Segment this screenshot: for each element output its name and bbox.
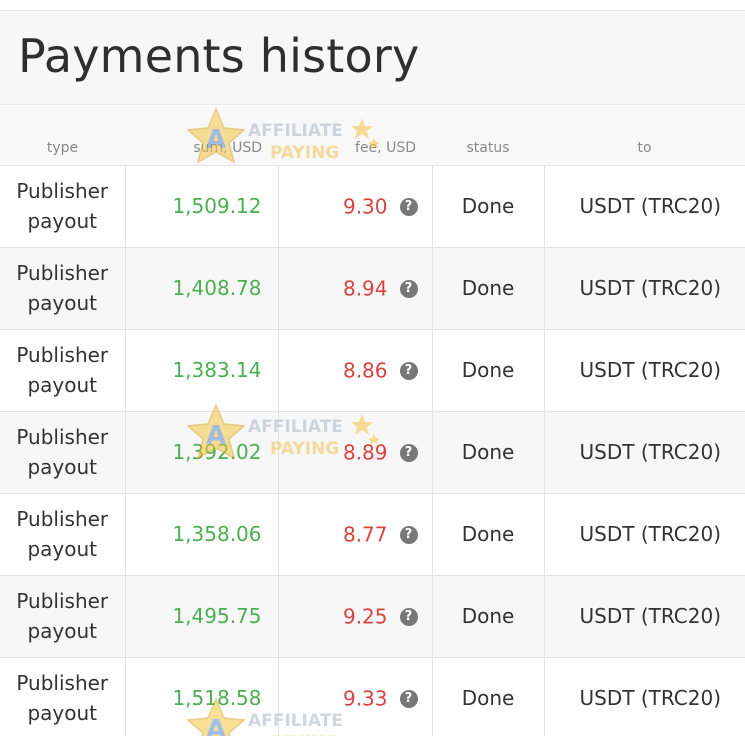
to-cell: USDT (TRC20) — [544, 247, 745, 330]
fee-cell: 8.89? — [278, 411, 433, 494]
fee-cell: 8.94? — [278, 247, 433, 330]
help-icon[interactable]: ? — [399, 279, 418, 298]
column-header-fee[interactable]: fee, USD — [278, 106, 432, 166]
type-line1: Publisher — [16, 589, 109, 613]
fee-value: 9.33 — [342, 686, 388, 711]
help-icon[interactable]: ? — [399, 361, 418, 380]
type-line2: payout — [27, 701, 98, 725]
payments-table: type sum, USD fee, USD status to Publish… — [0, 106, 745, 736]
table-row[interactable]: Publisher payout 1,509.12 9.30? Done USDT (TR… — [0, 165, 745, 248]
fee-cell: 9.33? — [278, 657, 433, 736]
type-line2: payout — [27, 455, 98, 479]
status-cell: Done — [432, 575, 545, 658]
table-row[interactable]: Publisher payout 1,383.14 8.86? Done USDT (TR… — [0, 329, 745, 412]
column-header-status[interactable]: status — [432, 106, 544, 166]
fee-value: 8.77 — [342, 522, 388, 547]
type-line1: Publisher — [16, 179, 109, 203]
type-line2: payout — [27, 209, 98, 233]
help-icon[interactable]: ? — [399, 689, 418, 708]
fee-cell: 9.30? — [278, 165, 433, 248]
type-cell: Publisher payout — [0, 493, 126, 576]
sum-cell: 1,383.14 — [125, 329, 279, 412]
table-row[interactable]: Publisher payout 1,392.02 8.89? Done USDT (TR… — [0, 411, 745, 494]
column-header-to[interactable]: to — [544, 106, 745, 166]
to-cell: USDT (TRC20) — [544, 575, 745, 658]
page-title: Payments history — [18, 29, 420, 83]
type-line2: payout — [27, 291, 98, 315]
type-cell: Publisher payout — [0, 411, 126, 494]
type-cell: Publisher payout — [0, 329, 126, 412]
table-header-row: type sum, USD fee, USD status to — [0, 106, 745, 166]
help-icon[interactable]: ? — [399, 607, 418, 626]
type-cell: Publisher payout — [0, 657, 126, 736]
fee-cell: 9.25? — [278, 575, 433, 658]
type-line1: Publisher — [16, 261, 109, 285]
status-cell: Done — [432, 493, 545, 576]
sum-cell: 1,358.06 — [125, 493, 279, 576]
title-bar: Payments history — [0, 10, 745, 105]
sum-cell: 1,495.75 — [125, 575, 279, 658]
column-header-type[interactable]: type — [0, 106, 125, 166]
help-icon[interactable]: ? — [399, 443, 418, 462]
table-header: type sum, USD fee, USD status to — [0, 106, 745, 166]
sum-cell: 1,518.58 — [125, 657, 279, 736]
status-cell: Done — [432, 411, 545, 494]
to-cell: USDT (TRC20) — [544, 165, 745, 248]
type-line1: Publisher — [16, 507, 109, 531]
fee-cell: 8.86? — [278, 329, 433, 412]
help-icon[interactable]: ? — [399, 197, 418, 216]
sum-cell: 1,408.78 — [125, 247, 279, 330]
sum-cell: 1,509.12 — [125, 165, 279, 248]
payments-table-container: type sum, USD fee, USD status to Publish… — [0, 106, 745, 736]
status-cell: Done — [432, 657, 545, 736]
table-row[interactable]: Publisher payout 1,495.75 9.25? Done USDT (TR… — [0, 575, 745, 658]
table-row[interactable]: Publisher payout 1,358.06 8.77? Done USDT (TR… — [0, 493, 745, 576]
fee-value: 9.30 — [342, 194, 388, 219]
type-line2: payout — [27, 373, 98, 397]
table-body: Publisher payout 1,509.12 9.30? Done USDT (TR… — [0, 165, 745, 736]
type-line1: Publisher — [16, 671, 109, 695]
status-cell: Done — [432, 329, 545, 412]
fee-cell: 8.77? — [278, 493, 433, 576]
type-cell: Publisher payout — [0, 165, 126, 248]
column-header-sum[interactable]: sum, USD — [125, 106, 278, 166]
fee-value: 8.89 — [342, 440, 388, 465]
help-icon[interactable]: ? — [399, 525, 418, 544]
type-line1: Publisher — [16, 343, 109, 367]
fee-value: 9.25 — [342, 604, 388, 629]
table-row[interactable]: Publisher payout 1,518.58 9.33? Done USDT (TR… — [0, 657, 745, 736]
to-cell: USDT (TRC20) — [544, 329, 745, 412]
type-line2: payout — [27, 537, 98, 561]
sum-cell: 1,392.02 — [125, 411, 279, 494]
status-cell: Done — [432, 165, 545, 248]
status-cell: Done — [432, 247, 545, 330]
fee-value: 8.94 — [342, 276, 388, 301]
to-cell: USDT (TRC20) — [544, 493, 745, 576]
table-row[interactable]: Publisher payout 1,408.78 8.94? Done USDT (TR… — [0, 247, 745, 330]
to-cell: USDT (TRC20) — [544, 411, 745, 494]
type-cell: Publisher payout — [0, 575, 126, 658]
fee-value: 8.86 — [342, 358, 388, 383]
payments-history-page: Payments history type sum, USD fee, USD … — [0, 0, 745, 736]
type-cell: Publisher payout — [0, 247, 126, 330]
to-cell: USDT (TRC20) — [544, 657, 745, 736]
type-line2: payout — [27, 619, 98, 643]
type-line1: Publisher — [16, 425, 109, 449]
